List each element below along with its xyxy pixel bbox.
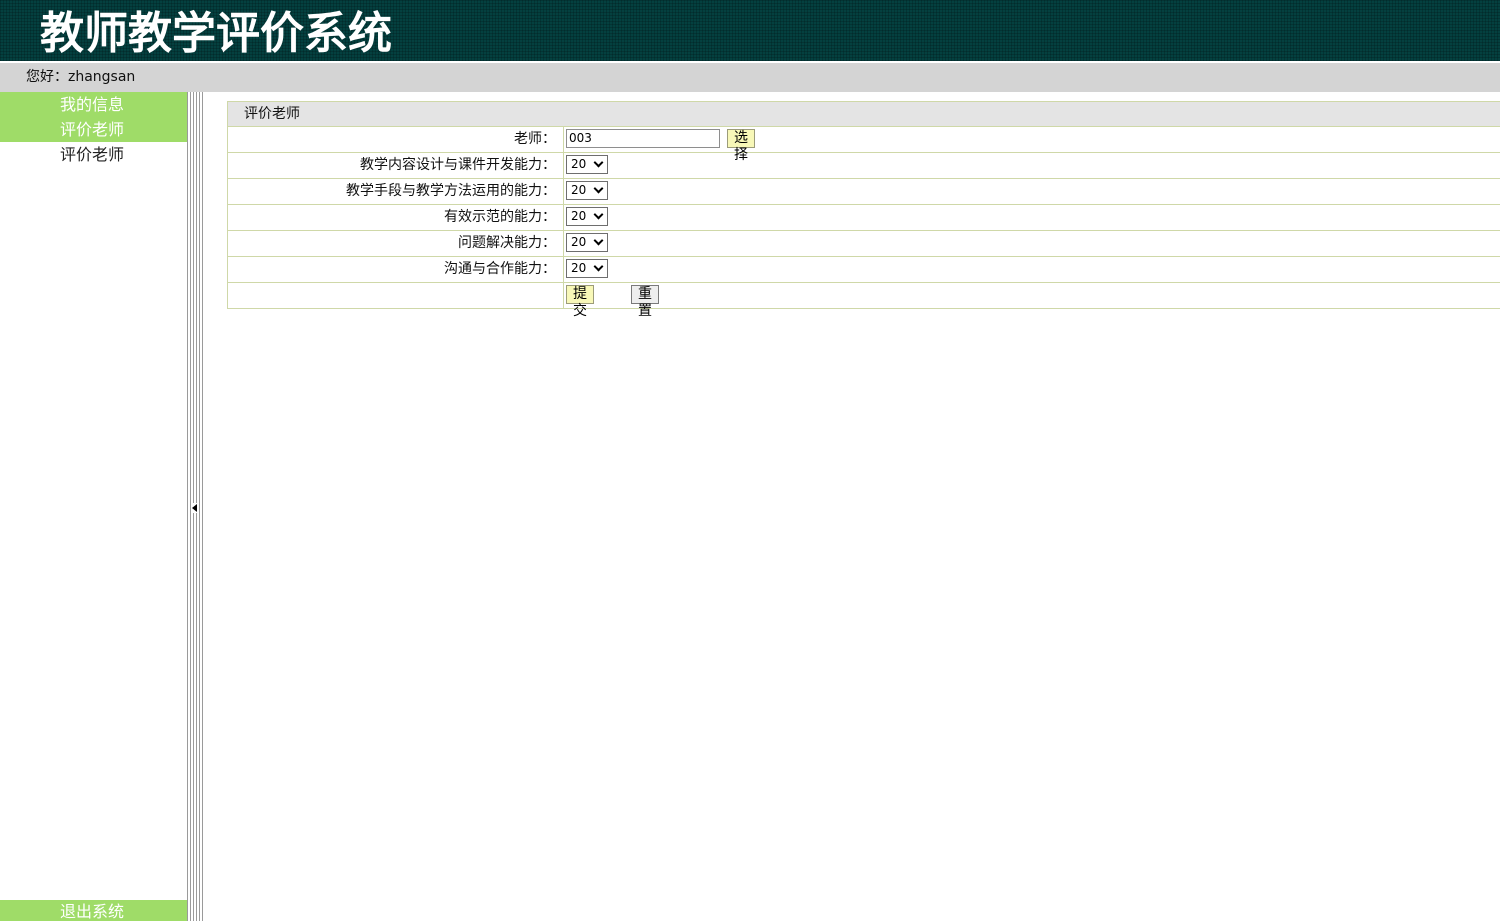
criterion-field: 20	[566, 233, 608, 254]
criterion-label: 沟通与合作能力：	[444, 261, 556, 277]
header-banner: 教师教学评价系统	[0, 0, 1500, 61]
sidebar: 我的信息 评价老师 评价老师 退出系统	[0, 92, 187, 921]
score-value: 20	[571, 235, 587, 249]
form-row-actions: 提交 重置	[228, 283, 1500, 319]
criterion-label: 问题解决能力：	[458, 235, 556, 251]
sidebar-item-logout[interactable]: 退出系统	[0, 900, 187, 921]
criterion-label: 教学手段与教学方法运用的能力：	[346, 183, 556, 199]
score-select[interactable]: 20	[566, 233, 608, 252]
score-value: 20	[571, 157, 587, 171]
chevron-down-icon	[593, 261, 604, 272]
criterion-label: 教学内容设计与课件开发能力：	[360, 157, 556, 173]
teacher-input[interactable]: 003	[566, 129, 720, 148]
user-greeting: 您好：zhangsan	[26, 69, 136, 85]
submit-button[interactable]: 提交	[566, 285, 594, 319]
score-value: 20	[571, 209, 587, 223]
score-value: 20	[571, 183, 587, 197]
sidebar-item-label: 退出系统	[60, 902, 125, 921]
column-divider	[563, 127, 564, 152]
column-divider	[563, 153, 564, 178]
sidebar-splitter[interactable]	[187, 92, 203, 921]
form-row-criterion: 有效示范的能力： 20	[228, 205, 1500, 231]
chevron-down-icon	[593, 235, 604, 246]
chevron-down-icon	[593, 157, 604, 168]
teacher-field: 003 选择	[566, 129, 755, 163]
sidebar-item-label: 评价老师	[60, 120, 125, 139]
select-teacher-button[interactable]: 选择	[727, 129, 755, 163]
score-select[interactable]: 20	[566, 181, 608, 200]
sidebar-item-evaluate-teacher[interactable]: 评价老师	[0, 142, 187, 167]
score-select[interactable]: 20	[566, 207, 608, 226]
column-divider	[563, 231, 564, 256]
sidebar-item-my-info[interactable]: 我的信息	[0, 92, 187, 117]
column-divider	[563, 205, 564, 230]
sidebar-group-evaluate[interactable]: 评价老师	[0, 117, 187, 142]
form-row-teacher: 老师： 003 选择	[228, 127, 1500, 163]
actions-label-cell	[228, 283, 556, 308]
form-row-criterion: 教学内容设计与课件开发能力： 20	[228, 153, 1500, 179]
criterion-label: 有效示范的能力：	[444, 209, 556, 225]
form-title: 评价老师	[228, 102, 1500, 127]
evaluation-form: 评价老师 老师： 003 选择 教学内容设计与课件开发能力： 20 教学手段与教…	[227, 101, 1500, 319]
teacher-label: 老师：	[514, 131, 556, 147]
criterion-field: 20	[566, 207, 608, 228]
column-divider	[563, 179, 564, 204]
criterion-field: 20	[566, 155, 608, 176]
form-row-criterion: 沟通与合作能力： 20	[228, 257, 1500, 283]
column-divider	[563, 283, 564, 308]
form-row-criterion: 教学手段与教学方法运用的能力： 20	[228, 179, 1500, 205]
chevron-down-icon	[593, 183, 604, 194]
score-select[interactable]: 20	[566, 155, 608, 174]
sidebar-item-label: 评价老师	[60, 145, 125, 164]
collapse-arrow-icon[interactable]	[191, 503, 199, 513]
column-divider	[563, 257, 564, 282]
criterion-field: 20	[566, 181, 608, 202]
form-row-criterion: 问题解决能力： 20	[228, 231, 1500, 257]
score-select[interactable]: 20	[566, 259, 608, 278]
app-title: 教师教学评价系统	[40, 8, 392, 59]
user-bar: 您好：zhangsan	[0, 63, 1500, 92]
sidebar-item-label: 我的信息	[60, 95, 125, 114]
criterion-field: 20	[566, 259, 608, 280]
chevron-down-icon	[593, 209, 604, 220]
reset-button[interactable]: 重置	[631, 285, 659, 319]
score-value: 20	[571, 261, 587, 275]
